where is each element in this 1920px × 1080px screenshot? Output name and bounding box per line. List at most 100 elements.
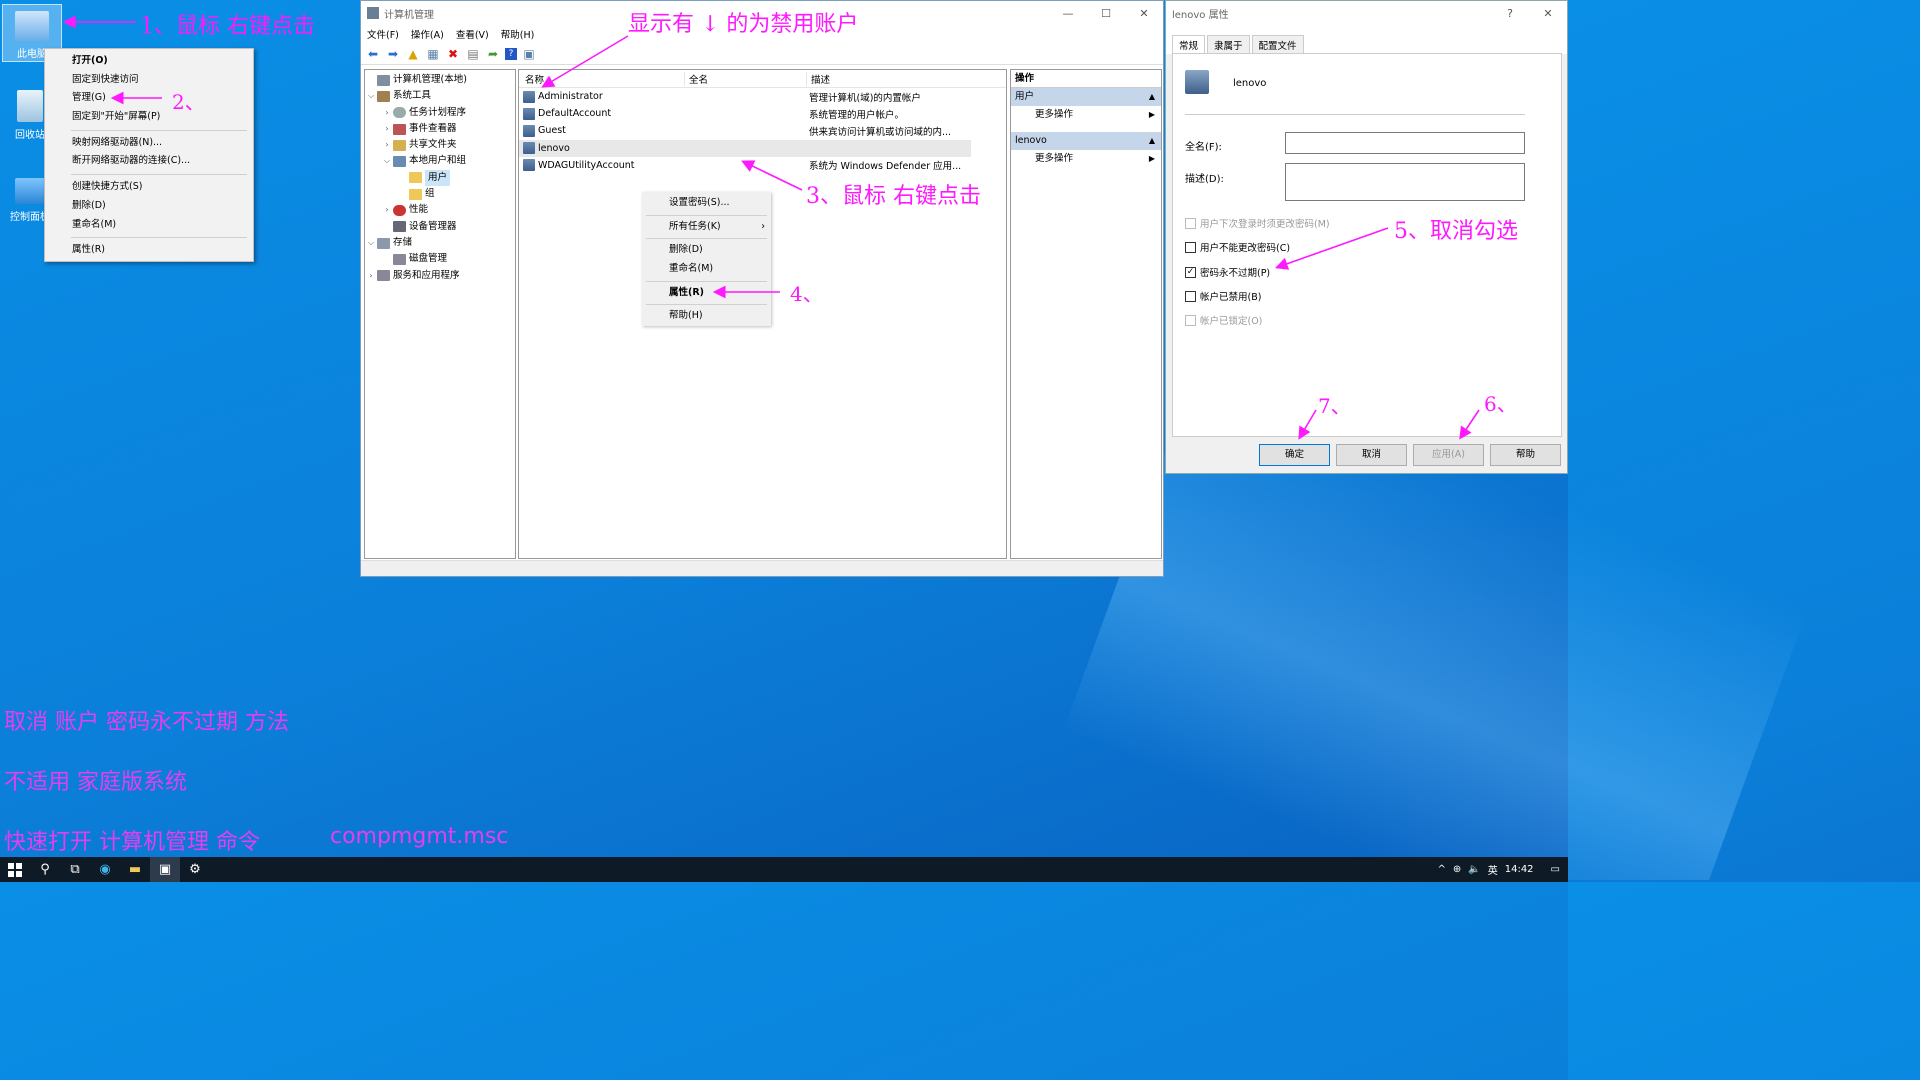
ok-button[interactable]: 确定: [1259, 444, 1330, 466]
edge-icon[interactable]: ◉: [90, 857, 120, 882]
tree-system-tools[interactable]: ⌵ 系统工具: [365, 88, 515, 104]
menu-item-rename[interactable]: 重命名(M): [642, 260, 771, 279]
collapse-icon[interactable]: ▲: [1149, 132, 1155, 150]
annotation-disabled-note: 显示有 ↓ 的为禁用账户: [628, 12, 859, 37]
menu-action[interactable]: 操作(A): [411, 27, 444, 41]
menu-item-create-shortcut[interactable]: 创建快捷方式(S): [45, 178, 253, 197]
tree-users[interactable]: 用户: [365, 169, 515, 187]
tree-event-viewer[interactable]: › 事件查看器: [365, 121, 515, 137]
network-icon[interactable]: ⊕: [1453, 864, 1461, 875]
menu-item-open[interactable]: 打开(O): [45, 52, 253, 71]
chevron-right-icon[interactable]: ›: [381, 105, 393, 121]
table-row[interactable]: WDAGUtilityAccount 系统为 Windows Defender …: [519, 157, 1006, 174]
description-input[interactable]: [1285, 163, 1525, 201]
view-icon[interactable]: ▣: [521, 46, 537, 62]
menu-help[interactable]: 帮助(H): [501, 27, 535, 41]
chevron-down-icon[interactable]: ⌵: [365, 88, 377, 104]
collapse-icon[interactable]: ▲: [1149, 88, 1155, 106]
chevron-right-icon[interactable]: ›: [381, 202, 393, 218]
start-button[interactable]: [0, 857, 30, 882]
tree-storage[interactable]: ⌵ 存储: [365, 235, 515, 251]
menu-file[interactable]: 文件(F): [367, 27, 399, 41]
settings-icon[interactable]: ⚙: [180, 857, 210, 882]
show-tree-icon[interactable]: ▦: [425, 46, 441, 62]
help-button[interactable]: ?: [1491, 7, 1529, 20]
menu-item-rename[interactable]: 重命名(M): [45, 216, 253, 235]
tree-services-apps[interactable]: › 服务和应用程序: [365, 268, 515, 284]
tab-member-of[interactable]: 隶属于: [1207, 35, 1250, 54]
menu-item-properties[interactable]: 属性(R): [45, 241, 253, 260]
volume-icon[interactable]: 🔈: [1468, 864, 1480, 875]
close-button[interactable]: ✕: [1125, 7, 1163, 20]
table-row-selected[interactable]: lenovo: [519, 139, 971, 157]
back-icon[interactable]: ⬅: [365, 46, 381, 62]
chevron-down-icon[interactable]: ⌵: [381, 153, 393, 169]
menu-item-set-password[interactable]: 设置密码(S)...: [642, 194, 771, 213]
delete-icon[interactable]: ✖: [445, 46, 461, 62]
chevron-right-icon[interactable]: ›: [381, 121, 393, 137]
menu-item-all-tasks[interactable]: 所有任务(K) ›: [642, 218, 771, 237]
tree-groups[interactable]: 组: [365, 186, 515, 202]
apply-button[interactable]: 应用(A): [1413, 444, 1484, 466]
notification-icon[interactable]: ▭: [1551, 864, 1560, 875]
menu-item-delete[interactable]: 删除(D): [642, 241, 771, 260]
menu-item-pin-quick-access[interactable]: 固定到快速访问: [45, 71, 253, 90]
tree-performance[interactable]: › 性能: [365, 202, 515, 218]
column-fullname[interactable]: 全名: [685, 71, 807, 86]
must-change-password-checkbox[interactable]: 用户下次登录时须更改密码(M): [1185, 216, 1330, 230]
file-explorer-icon[interactable]: ▬: [120, 857, 150, 882]
chevron-down-icon[interactable]: ⌵: [365, 235, 377, 251]
action-more-actions[interactable]: 更多操作 ▶: [1011, 106, 1161, 124]
help-button[interactable]: 帮助: [1490, 444, 1561, 466]
tree-root[interactable]: 计算机管理(本地): [365, 72, 515, 88]
chevron-up-icon[interactable]: ^: [1437, 864, 1445, 875]
action-more-actions[interactable]: 更多操作 ▶: [1011, 150, 1161, 168]
password-never-expires-checkbox[interactable]: ✓ 密码永不过期(P): [1185, 265, 1270, 279]
help-icon[interactable]: ?: [505, 47, 517, 60]
tree-local-users-groups[interactable]: ⌵ 本地用户和组: [365, 153, 515, 169]
cannot-change-password-checkbox[interactable]: 用户不能更改密码(C): [1185, 240, 1290, 254]
column-description[interactable]: 描述: [807, 72, 830, 86]
ime-indicator[interactable]: 英: [1488, 862, 1498, 877]
minimize-button[interactable]: —: [1049, 7, 1087, 20]
fullname-input[interactable]: [1285, 132, 1525, 154]
actions-section-users[interactable]: 用户 ▲: [1011, 88, 1161, 106]
account-locked-checkbox[interactable]: 帐户已锁定(O): [1185, 313, 1262, 327]
search-icon[interactable]: ⚲: [30, 857, 60, 882]
clock[interactable]: 14:42: [1505, 864, 1534, 875]
table-row[interactable]: Guest 供来宾访问计算机或访问域的内...: [519, 122, 1006, 139]
table-row[interactable]: DefaultAccount 系统管理的用户帐户。: [519, 105, 1006, 122]
menu-item-pin-start[interactable]: 固定到"开始"屏幕(P): [45, 108, 253, 127]
task-view-icon[interactable]: ⧉: [60, 857, 90, 882]
status-bar: [361, 560, 1163, 576]
actions-section-lenovo[interactable]: lenovo ▲: [1011, 132, 1161, 150]
table-row[interactable]: Administrator 管理计算机(域)的内置帐户: [519, 88, 1006, 105]
account-disabled-checkbox[interactable]: 帐户已禁用(B): [1185, 289, 1261, 303]
cancel-button[interactable]: 取消: [1336, 444, 1407, 466]
menu-item-manage[interactable]: 管理(G): [45, 89, 253, 108]
menu-item-disconnect-drive[interactable]: 断开网络驱动器的连接(C)...: [45, 152, 253, 171]
menu-view[interactable]: 查看(V): [456, 27, 489, 41]
export-icon[interactable]: ➦: [485, 46, 501, 62]
properties-icon[interactable]: ▤: [465, 46, 481, 62]
tree-device-manager[interactable]: 设备管理器: [365, 219, 515, 235]
menu-item-properties[interactable]: 属性(R): [642, 284, 771, 303]
forward-icon[interactable]: ➡: [385, 46, 401, 62]
menu-item-help[interactable]: 帮助(H): [642, 307, 771, 326]
chevron-right-icon[interactable]: ›: [365, 268, 377, 284]
tab-profile[interactable]: 配置文件: [1251, 35, 1304, 54]
shared-folder-icon: [393, 139, 406, 151]
column-name[interactable]: 名称: [519, 71, 685, 86]
chevron-right-icon[interactable]: ›: [381, 137, 393, 153]
tab-general[interactable]: 常规: [1172, 35, 1206, 54]
menu-item-map-drive[interactable]: 映射网络驱动器(N)...: [45, 134, 253, 153]
tree-task-scheduler[interactable]: › 任务计划程序: [365, 105, 515, 121]
menu-item-delete[interactable]: 删除(D): [45, 197, 253, 216]
clock-icon: [393, 107, 406, 119]
maximize-button[interactable]: ☐: [1087, 7, 1125, 20]
close-button[interactable]: ✕: [1529, 7, 1567, 20]
tree-disk-management[interactable]: 磁盘管理: [365, 251, 515, 267]
up-folder-icon[interactable]: ▲: [405, 46, 421, 62]
computer-management-taskbar-icon[interactable]: ▣: [150, 857, 180, 882]
tree-shared-folders[interactable]: › 共享文件夹: [365, 137, 515, 153]
